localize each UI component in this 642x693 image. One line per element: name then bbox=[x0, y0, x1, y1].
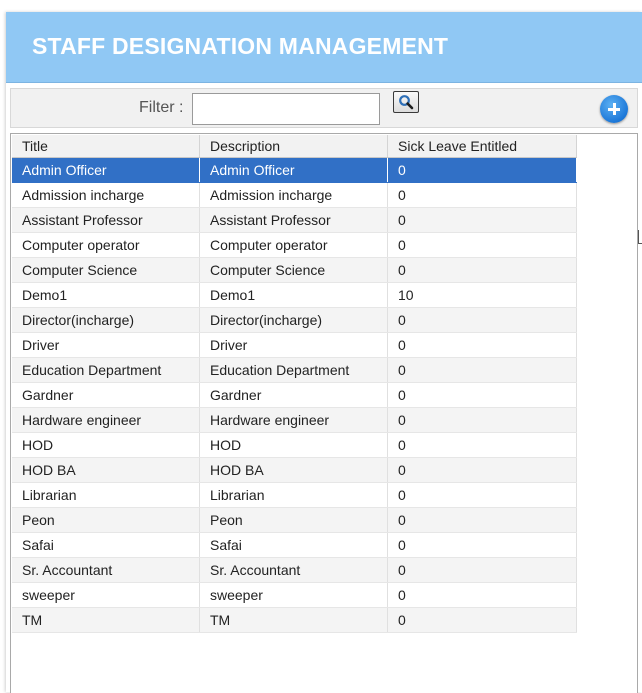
cell-sick-leave: 10 bbox=[387, 282, 577, 308]
cell-title: Admission incharge bbox=[12, 182, 200, 208]
page-header: STAFF DESIGNATION MANAGEMENT bbox=[6, 12, 642, 83]
table-row[interactable]: TM TM 0 bbox=[12, 607, 577, 633]
cell-title: Librarian bbox=[12, 482, 200, 508]
table-row[interactable]: Sr. Accountant Sr. Accountant 0 bbox=[12, 557, 577, 583]
cell-sick-leave: 0 bbox=[387, 307, 577, 333]
cell-sick-leave: 0 bbox=[387, 457, 577, 483]
cell-sick-leave: 0 bbox=[387, 482, 577, 508]
cell-sick-leave: 0 bbox=[387, 557, 577, 583]
cell-description: Admin Officer bbox=[199, 157, 388, 183]
cell-title: Demo1 bbox=[12, 282, 200, 308]
cell-sick-leave: 0 bbox=[387, 357, 577, 383]
filter-input[interactable] bbox=[192, 93, 380, 125]
cell-title: HOD bbox=[12, 432, 200, 458]
cell-description: HOD BA bbox=[199, 457, 388, 483]
cell-description: Peon bbox=[199, 507, 388, 533]
designation-panel: STAFF DESIGNATION MANAGEMENT Filter : Ti… bbox=[6, 12, 642, 693]
table-row[interactable]: Director(incharge) Director(incharge) 0 bbox=[12, 307, 577, 333]
table-row[interactable]: Driver Driver 0 bbox=[12, 332, 577, 358]
cell-title: Education Department bbox=[12, 357, 200, 383]
cell-title: Computer Science bbox=[12, 257, 200, 283]
cell-description: Computer operator bbox=[199, 232, 388, 258]
page-title: STAFF DESIGNATION MANAGEMENT bbox=[32, 33, 449, 59]
cell-description: Admission incharge bbox=[199, 182, 388, 208]
table-row[interactable]: Gardner Gardner 0 bbox=[12, 382, 577, 408]
cell-sick-leave: 0 bbox=[387, 157, 577, 183]
cell-description: Driver bbox=[199, 332, 388, 358]
cell-title: Assistant Professor bbox=[12, 207, 200, 233]
cell-sick-leave: 0 bbox=[387, 232, 577, 258]
table-row[interactable]: Librarian Librarian 0 bbox=[12, 482, 577, 508]
cell-description: Safai bbox=[199, 532, 388, 558]
table-row[interactable]: sweeper sweeper 0 bbox=[12, 582, 577, 608]
table-row[interactable]: Peon Peon 0 bbox=[12, 507, 577, 533]
cell-title: TM bbox=[12, 607, 200, 633]
table-row[interactable]: HOD BA HOD BA 0 bbox=[12, 457, 577, 483]
cell-description: Hardware engineer bbox=[199, 407, 388, 433]
table-row[interactable]: Computer Science Computer Science 0 bbox=[12, 257, 577, 283]
cell-description: Librarian bbox=[199, 482, 388, 508]
cell-title: Driver bbox=[12, 332, 200, 358]
cell-title: Computer operator bbox=[12, 232, 200, 258]
filter-toolbar: Filter : bbox=[10, 88, 638, 128]
cell-description: Sr. Accountant bbox=[199, 557, 388, 583]
column-header-sick-leave[interactable]: Sick Leave Entitled bbox=[387, 135, 577, 158]
cell-sick-leave: 0 bbox=[387, 432, 577, 458]
table-header-row: Title Description Sick Leave Entitled bbox=[12, 135, 577, 158]
search-button[interactable] bbox=[393, 91, 419, 113]
cell-sick-leave: 0 bbox=[387, 607, 577, 633]
table-body: Admin Officer Admin Officer 0 Admission inc… bbox=[12, 157, 577, 633]
table-row[interactable]: Education Department Education Department… bbox=[12, 357, 577, 383]
cell-title: Admin Officer bbox=[12, 157, 200, 183]
cell-sick-leave: 0 bbox=[387, 332, 577, 358]
cell-sick-leave: 0 bbox=[387, 582, 577, 608]
column-header-description[interactable]: Description bbox=[199, 135, 388, 158]
designation-table: Title Description Sick Leave Entitled Ad… bbox=[12, 135, 577, 633]
add-designation-button[interactable] bbox=[600, 95, 628, 123]
cell-description: TM bbox=[199, 607, 388, 633]
cell-description: Education Department bbox=[199, 357, 388, 383]
cell-title: Safai bbox=[12, 532, 200, 558]
cell-sick-leave: 0 bbox=[387, 532, 577, 558]
resize-handle[interactable] bbox=[638, 230, 642, 244]
table-row[interactable]: Admission incharge Admission incharge 0 bbox=[12, 182, 577, 208]
cell-description: Gardner bbox=[199, 382, 388, 408]
cell-sick-leave: 0 bbox=[387, 407, 577, 433]
table-row[interactable]: Hardware engineer Hardware engineer 0 bbox=[12, 407, 577, 433]
cell-title: Sr. Accountant bbox=[12, 557, 200, 583]
cell-sick-leave: 0 bbox=[387, 382, 577, 408]
cell-sick-leave: 0 bbox=[387, 507, 577, 533]
cell-description: Director(incharge) bbox=[199, 307, 388, 333]
table-row[interactable]: Assistant Professor Assistant Professor 0 bbox=[12, 207, 577, 233]
cell-description: sweeper bbox=[199, 582, 388, 608]
cell-title: Gardner bbox=[12, 382, 200, 408]
table-row[interactable]: Admin Officer Admin Officer 0 bbox=[12, 157, 577, 183]
cell-description: Demo1 bbox=[199, 282, 388, 308]
cell-sick-leave: 0 bbox=[387, 257, 577, 283]
cell-description: HOD bbox=[199, 432, 388, 458]
cell-title: HOD BA bbox=[12, 457, 200, 483]
cell-sick-leave: 0 bbox=[387, 207, 577, 233]
table-row[interactable]: HOD HOD 0 bbox=[12, 432, 577, 458]
cell-sick-leave: 0 bbox=[387, 182, 577, 208]
cell-title: Hardware engineer bbox=[12, 407, 200, 433]
cell-description: Assistant Professor bbox=[199, 207, 388, 233]
table-row[interactable]: Safai Safai 0 bbox=[12, 532, 577, 558]
table-row[interactable]: Demo1 Demo1 10 bbox=[12, 282, 577, 308]
cell-title: Director(incharge) bbox=[12, 307, 200, 333]
search-icon bbox=[399, 95, 414, 110]
cell-title: sweeper bbox=[12, 582, 200, 608]
column-header-title[interactable]: Title bbox=[12, 135, 200, 158]
cell-description: Computer Science bbox=[199, 257, 388, 283]
filter-label: Filter : bbox=[139, 99, 184, 116]
cell-title: Peon bbox=[12, 507, 200, 533]
designation-grid: Title Description Sick Leave Entitled Ad… bbox=[10, 133, 638, 693]
table-row[interactable]: Computer operator Computer operator 0 bbox=[12, 232, 577, 258]
